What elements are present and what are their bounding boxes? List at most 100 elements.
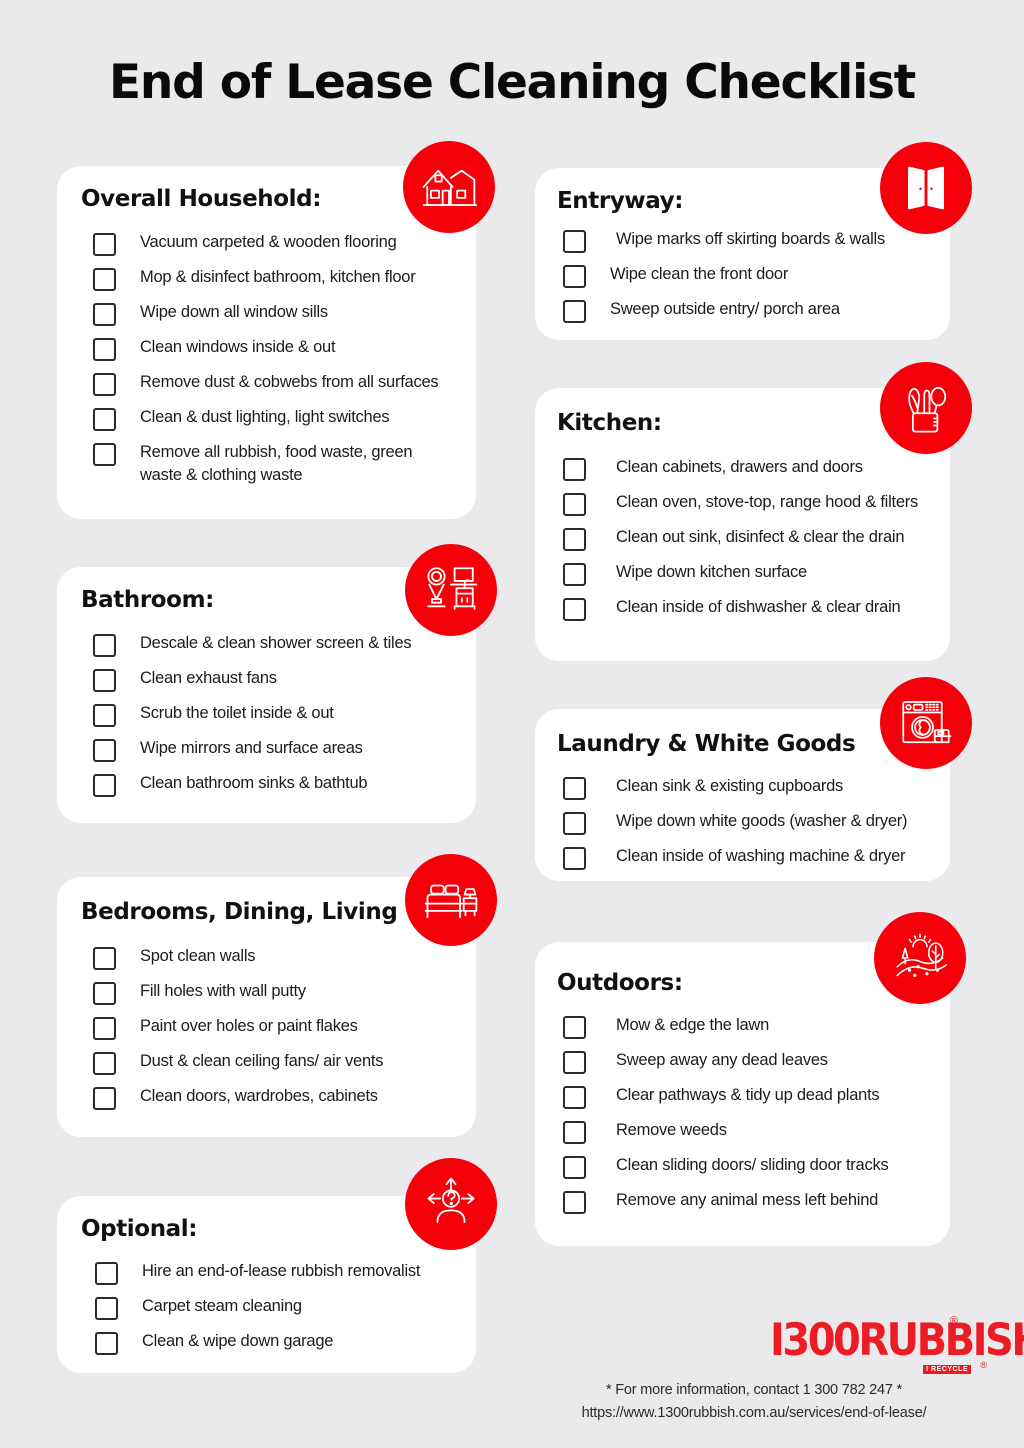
list-item-label: Carpet steam cleaning [142, 1297, 302, 1315]
list-item[interactable]: Wipe down kitchen surface [563, 561, 933, 586]
list-item[interactable]: Wipe down white goods (washer & dryer) [563, 810, 933, 835]
list-item[interactable]: Remove dust & cobwebs from all surfaces [93, 371, 453, 396]
list-item[interactable]: Hire an end-of-lease rubbish removalist [95, 1260, 455, 1285]
checkbox[interactable] [563, 458, 586, 481]
list-item-label: Vacuum carpeted & wooden flooring [140, 233, 397, 251]
card-overall-household: Overall Household: Vacuum carpeted & woo… [57, 166, 476, 519]
checkbox[interactable] [93, 233, 116, 256]
list-item[interactable]: Wipe mirrors and surface areas [93, 737, 453, 762]
list-item[interactable]: Clean out sink, disinfect & clear the dr… [563, 526, 933, 551]
list-item[interactable]: Clean sliding doors/ sliding door tracks [563, 1154, 933, 1179]
checkbox[interactable] [93, 443, 116, 466]
list-item[interactable]: Clean & wipe down garage [95, 1330, 455, 1355]
checkbox[interactable] [93, 774, 116, 797]
list-item-label: Clean sliding doors/ sliding door tracks [616, 1156, 889, 1174]
list-item-label: Clean bathroom sinks & bathtub [140, 774, 368, 792]
checkbox[interactable] [93, 1017, 116, 1040]
checkbox[interactable] [563, 1051, 586, 1074]
list-item[interactable]: Carpet steam cleaning [95, 1295, 455, 1320]
list-item[interactable]: Clean oven, stove-top, range hood & filt… [563, 491, 933, 516]
section-heading-bathroom: Bathroom: [81, 587, 214, 613]
checkbox[interactable] [563, 777, 586, 800]
checkbox[interactable] [563, 812, 586, 835]
checkbox[interactable] [563, 1121, 586, 1144]
brand-logo-registered-top: ® [949, 1315, 958, 1327]
checkbox[interactable] [563, 847, 586, 870]
checkbox[interactable] [93, 408, 116, 431]
checkbox[interactable] [93, 634, 116, 657]
list-item[interactable]: Clean inside of washing machine & dryer [563, 845, 933, 870]
list-item[interactable]: Descale & clean shower screen & tiles [93, 632, 453, 657]
list-item[interactable]: Clean windows inside & out [93, 336, 453, 361]
checkbox[interactable] [563, 1191, 586, 1214]
checkbox[interactable] [93, 268, 116, 291]
list-item[interactable]: Mop & disinfect bathroom, kitchen floor [93, 266, 453, 291]
checkbox[interactable] [93, 338, 116, 361]
checkbox[interactable] [93, 947, 116, 970]
list-item[interactable]: Fill holes with wall putty [93, 980, 453, 1005]
checkbox[interactable] [93, 739, 116, 762]
list-item[interactable]: Vacuum carpeted & wooden flooring [93, 231, 453, 256]
list-item[interactable]: Remove any animal mess left behind [563, 1189, 933, 1214]
list-item[interactable]: Clean doors, wardrobes, cabinets [93, 1085, 453, 1110]
list-item-label: Descale & clean shower screen & tiles [140, 634, 412, 652]
list-item[interactable]: Spot clean walls [93, 945, 453, 970]
checkbox[interactable] [563, 493, 586, 516]
list-item-label: Clean sink & existing cupboards [616, 777, 844, 795]
list-item[interactable]: Sweep away any dead leaves [563, 1049, 933, 1074]
list-item[interactable]: Dust & clean ceiling fans/ air vents [93, 1050, 453, 1075]
list-item[interactable]: Wipe clean the front door [563, 263, 933, 288]
checkbox[interactable] [563, 598, 586, 621]
checkbox[interactable] [95, 1262, 118, 1285]
checkbox[interactable] [563, 563, 586, 586]
list-item[interactable]: Scrub the toilet inside & out [93, 702, 453, 727]
washing-machine-icon [880, 677, 972, 769]
section-heading-kitchen: Kitchen: [557, 410, 662, 436]
list-item-label: Mop & disinfect bathroom, kitchen floor [140, 268, 416, 286]
checkbox[interactable] [93, 1052, 116, 1075]
house-icon [403, 141, 495, 233]
checkbox[interactable] [93, 704, 116, 727]
list-item-label: Wipe mirrors and surface areas [140, 739, 363, 757]
list-item[interactable]: Wipe down all window sills [93, 301, 453, 326]
list-item[interactable]: Clean exhaust fans [93, 667, 453, 692]
list-item-label: Scrub the toilet inside & out [140, 704, 334, 722]
list-item-label: Spot clean walls [140, 947, 256, 965]
checkbox[interactable] [93, 303, 116, 326]
list-item[interactable]: Clean & dust lighting, light switches [93, 406, 453, 431]
list-item[interactable]: Remove weeds [563, 1119, 933, 1144]
footer-url-line[interactable]: https://www.1300rubbish.com.au/services/… [524, 1402, 984, 1425]
list-item[interactable]: Sweep outside entry/ porch area [563, 298, 933, 323]
list-item-label: Hire an end-of-lease rubbish removalist [142, 1262, 421, 1280]
checkbox[interactable] [95, 1332, 118, 1355]
list-item[interactable]: Wipe marks off skirting boards & walls [563, 228, 933, 253]
checkbox[interactable] [563, 1016, 586, 1039]
list-item[interactable]: Clean bathroom sinks & bathtub [93, 772, 453, 797]
list-item-label: Sweep outside entry/ porch area [610, 300, 840, 318]
checkbox[interactable] [563, 1156, 586, 1179]
checkbox[interactable] [93, 373, 116, 396]
list-item-label: Dust & clean ceiling fans/ air vents [140, 1052, 384, 1070]
checkbox[interactable] [93, 669, 116, 692]
list-item[interactable]: Clear pathways & tidy up dead plants [563, 1084, 933, 1109]
list-item[interactable]: Mow & edge the lawn [563, 1014, 933, 1039]
checkbox[interactable] [93, 982, 116, 1005]
section-heading-overall-household: Overall Household: [81, 186, 322, 212]
list-item[interactable]: Remove all rubbish, food waste, green wa… [93, 441, 453, 488]
list-item[interactable]: Clean cabinets, drawers and doors [563, 456, 933, 481]
brand-logo-registered-mark: ® [980, 1360, 987, 1370]
list-item-label: Clean windows inside & out [140, 338, 336, 356]
checkbox[interactable] [563, 1086, 586, 1109]
checkbox[interactable] [563, 230, 586, 253]
list-item[interactable]: Clean inside of dishwasher & clear drain [563, 596, 933, 621]
list-item[interactable]: Paint over holes or paint flakes [93, 1015, 453, 1040]
list-item[interactable]: Clean sink & existing cupboards [563, 775, 933, 800]
checkbox[interactable] [95, 1297, 118, 1320]
checkbox[interactable] [563, 265, 586, 288]
checkbox[interactable] [93, 1087, 116, 1110]
checkbox[interactable] [563, 300, 586, 323]
utensil-jar-icon [880, 362, 972, 454]
checkbox[interactable] [563, 528, 586, 551]
list-item-label: Wipe down all window sills [140, 303, 328, 321]
list-item-label: Wipe down kitchen surface [616, 563, 807, 581]
